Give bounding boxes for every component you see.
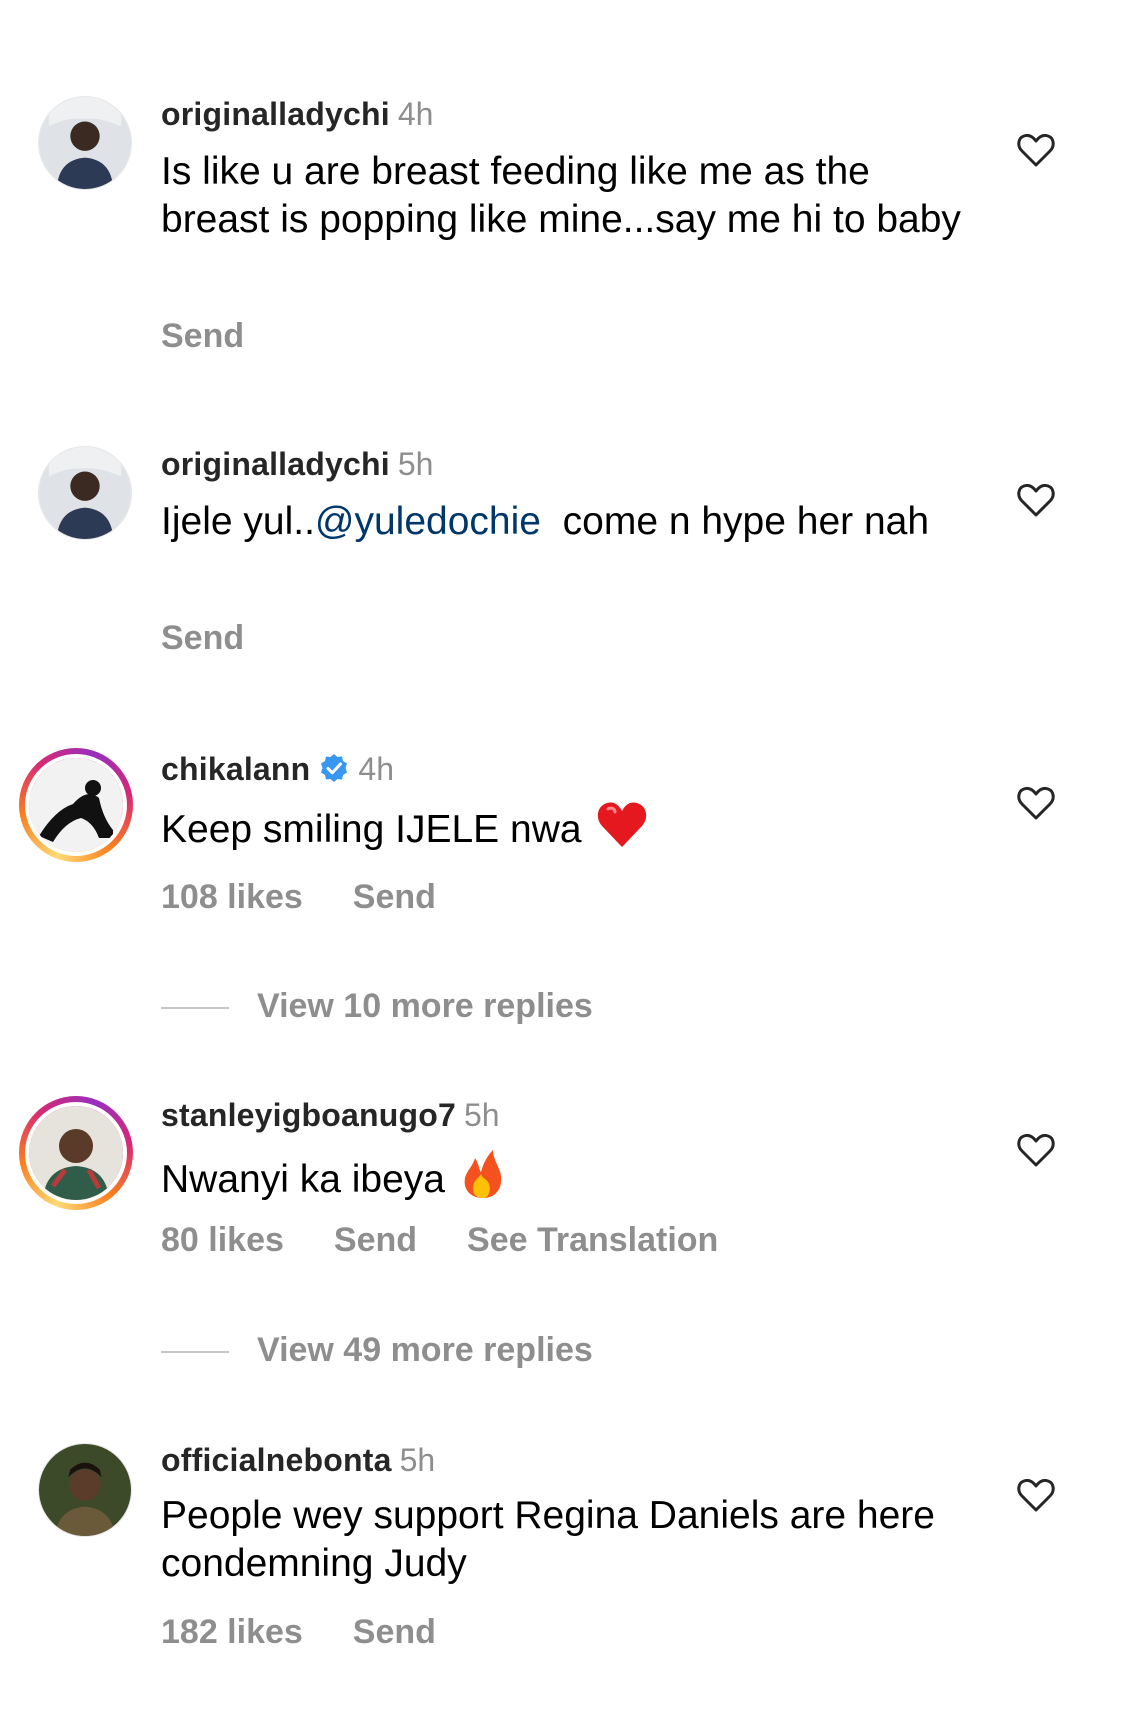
- see-translation-button[interactable]: See Translation: [467, 1221, 718, 1259]
- comment-text-content: Keep smiling IJELE nwa: [161, 808, 582, 851]
- avatar-image: [39, 447, 131, 539]
- send-button[interactable]: Send: [353, 878, 436, 916]
- heart-outline-icon[interactable]: [1016, 1477, 1056, 1513]
- likes-count[interactable]: 182 likes: [161, 1613, 303, 1651]
- view-replies-button[interactable]: View 49 more replies: [161, 1330, 593, 1370]
- replies-divider: [161, 1007, 229, 1010]
- heart-outline-icon[interactable]: [1016, 1132, 1056, 1168]
- avatar[interactable]: [38, 96, 132, 190]
- likes-count[interactable]: 80 likes: [161, 1221, 284, 1259]
- username[interactable]: stanleyigboanugo7: [161, 1097, 456, 1133]
- timestamp: 5h: [464, 1097, 500, 1133]
- comment-header: originalladychi 4h: [161, 94, 433, 134]
- timestamp: 4h: [397, 96, 434, 132]
- timestamp: 5h: [397, 446, 434, 482]
- comment-text: Nwanyi ka ibeya: [161, 1148, 961, 1204]
- view-replies-label[interactable]: View 49 more replies: [257, 1331, 593, 1369]
- mention-link[interactable]: @yuledochie: [315, 500, 541, 543]
- heart-outline-icon[interactable]: [1016, 785, 1056, 821]
- comment-actions: 80 likes Send See Translation: [161, 1220, 768, 1260]
- view-replies-button[interactable]: View 10 more replies: [161, 986, 593, 1026]
- avatar-image: [39, 97, 131, 189]
- comment-text-end: come n hype her nah: [540, 500, 930, 543]
- fire-emoji-icon: [464, 1150, 502, 1198]
- likes-count[interactable]: 108 likes: [161, 878, 303, 916]
- comment-header: originalladychi 5h: [161, 444, 433, 484]
- comment-text-start: Ijele yul..: [161, 500, 315, 543]
- view-replies-label[interactable]: View 10 more replies: [257, 987, 593, 1025]
- avatar[interactable]: [38, 446, 132, 540]
- comment-text: Keep smiling IJELE nwa: [161, 800, 961, 854]
- comment-actions: 108 likes Send: [161, 877, 486, 917]
- comment-header: chikalann 4h: [161, 749, 394, 789]
- heart-outline-icon[interactable]: [1016, 132, 1056, 168]
- avatar-image: [29, 1106, 123, 1200]
- avatar-story-ring[interactable]: [19, 748, 133, 862]
- avatar-image: [39, 1444, 131, 1536]
- send-button[interactable]: Send: [161, 317, 244, 355]
- username[interactable]: chikalann: [161, 751, 310, 787]
- comment-actions: Send: [161, 618, 294, 658]
- heart-outline-icon[interactable]: [1016, 482, 1056, 518]
- avatar-story-ring[interactable]: [19, 1096, 133, 1210]
- comment-text-content: Nwanyi ka ibeya: [161, 1158, 445, 1201]
- username[interactable]: originalladychi: [161, 446, 390, 482]
- comment-header: officialnebonta 5h: [161, 1440, 435, 1480]
- verified-badge-icon: [321, 754, 348, 782]
- username[interactable]: officialnebonta: [161, 1442, 392, 1478]
- avatar[interactable]: [38, 1443, 132, 1537]
- timestamp: 5h: [399, 1442, 436, 1478]
- send-button[interactable]: Send: [334, 1221, 417, 1259]
- send-button[interactable]: Send: [161, 619, 244, 657]
- avatar-image: [29, 758, 123, 852]
- comment-actions: Send: [161, 316, 294, 356]
- send-button[interactable]: Send: [353, 1613, 436, 1651]
- username[interactable]: originalladychi: [161, 96, 390, 132]
- comment-text: Ijele yul..@yuledochie come n hype her n…: [161, 498, 961, 546]
- comment-actions: 182 likes Send: [161, 1612, 486, 1652]
- comment-text: People wey support Regina Daniels are he…: [161, 1494, 935, 1585]
- timestamp: 4h: [358, 751, 395, 787]
- comment-text: Is like u are breast feeding like me as …: [161, 150, 961, 241]
- replies-divider: [161, 1351, 229, 1354]
- comment-header: stanleyigboanugo7 5h: [161, 1095, 500, 1135]
- red-heart-emoji-icon: [597, 802, 646, 847]
